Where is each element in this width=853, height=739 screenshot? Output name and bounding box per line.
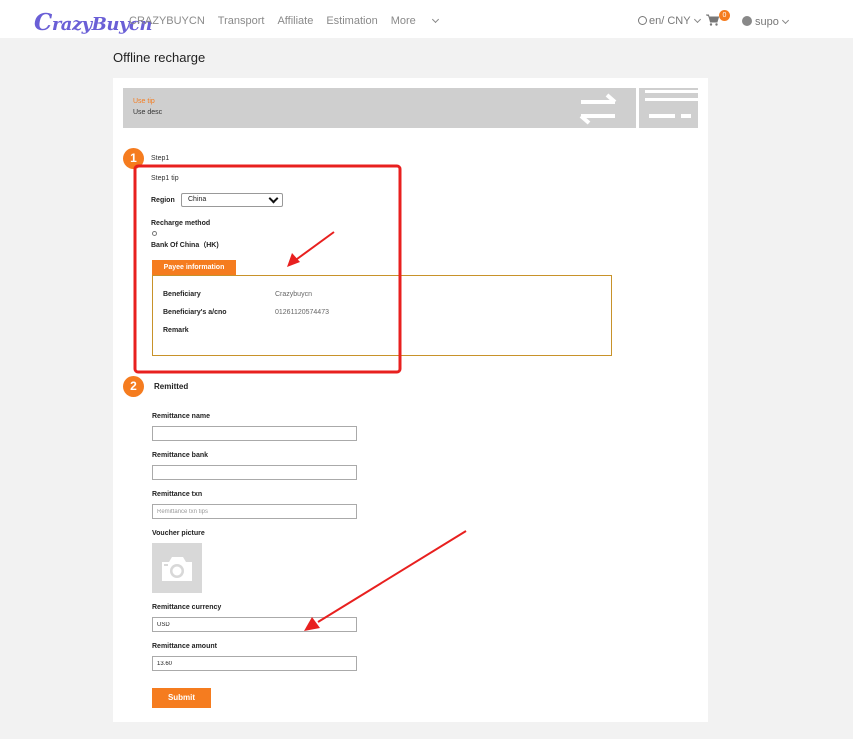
nav-affiliate[interactable]: Affiliate xyxy=(277,15,313,27)
remittance-currency-label: Remittance currency xyxy=(152,604,222,611)
payee-information-tab[interactable]: Payee information xyxy=(152,260,236,275)
beneficiary-label: Beneficiary xyxy=(163,291,201,298)
top-bar: CrazyBuycn CRAZYBUYCN Transport Affiliat… xyxy=(0,0,853,38)
usage-tip-banner: Use tip Use desc xyxy=(123,88,698,128)
transfer-illustration-icon xyxy=(579,88,698,128)
beneficiary-value: Crazybuycn xyxy=(275,291,312,298)
tip-title: Use tip xyxy=(133,98,155,105)
page-title: Offline recharge xyxy=(113,50,206,65)
cart-icon[interactable] xyxy=(706,14,719,26)
user-menu[interactable]: supo xyxy=(742,15,789,28)
remittance-bank-label: Remittance bank xyxy=(152,452,209,459)
recharge-method-radio[interactable] xyxy=(152,231,157,236)
voucher-picture-label: Voucher picture xyxy=(152,530,205,537)
language-currency-selector[interactable]: en/ CNY xyxy=(638,15,701,27)
chevron-down-icon xyxy=(693,15,701,24)
nav-estimation[interactable]: Estimation xyxy=(326,15,377,27)
tip-description: Use desc xyxy=(133,109,163,116)
step-2-badge: 2 xyxy=(123,376,144,397)
region-label: Region xyxy=(151,197,175,204)
beneficiary-account-value: 01261120574473 xyxy=(275,309,329,316)
voucher-upload[interactable] xyxy=(152,543,202,593)
camera-icon xyxy=(162,557,192,581)
recharge-panel: Use tip Use desc 1 Step1 Step1 tip Regio… xyxy=(113,78,708,722)
remittance-name-input[interactable] xyxy=(152,426,357,441)
beneficiary-account-label: Beneficiary's a/cno xyxy=(163,309,227,316)
cart-count-badge: 0 xyxy=(719,10,730,21)
remittance-name-label: Remittance name xyxy=(152,413,210,420)
step-2-label: Remitted xyxy=(154,382,189,391)
remittance-currency-input[interactable] xyxy=(152,617,357,632)
remittance-amount-label: Remittance amount xyxy=(152,643,217,650)
main-nav: CRAZYBUYCN Transport Affiliate Estimatio… xyxy=(129,15,451,27)
step-1-tip: Step1 tip xyxy=(151,175,179,182)
remittance-bank-input[interactable] xyxy=(152,465,357,480)
nav-more[interactable]: More xyxy=(391,15,439,27)
recharge-method-label: Recharge method xyxy=(151,220,211,227)
user-avatar-icon xyxy=(742,16,752,26)
remittance-txn-label: Remittance txn xyxy=(152,491,203,498)
globe-icon xyxy=(638,16,647,25)
recharge-method-option[interactable]: Bank Of China（HK) xyxy=(151,240,219,250)
chevron-down-icon xyxy=(268,193,279,204)
submit-button[interactable]: Submit xyxy=(152,688,211,708)
remark-label: Remark xyxy=(163,327,189,334)
remittance-txn-input[interactable] xyxy=(152,504,357,519)
chevron-down-icon xyxy=(431,15,439,24)
region-select[interactable]: China xyxy=(181,193,283,207)
remittance-amount-input[interactable] xyxy=(152,656,357,671)
nav-transport[interactable]: Transport xyxy=(218,15,265,27)
step-1-badge: 1 xyxy=(123,148,144,169)
step-1-label: Step1 xyxy=(151,155,170,162)
chevron-down-icon xyxy=(781,16,789,25)
nav-crazybuycn[interactable]: CRAZYBUYCN xyxy=(129,15,205,27)
